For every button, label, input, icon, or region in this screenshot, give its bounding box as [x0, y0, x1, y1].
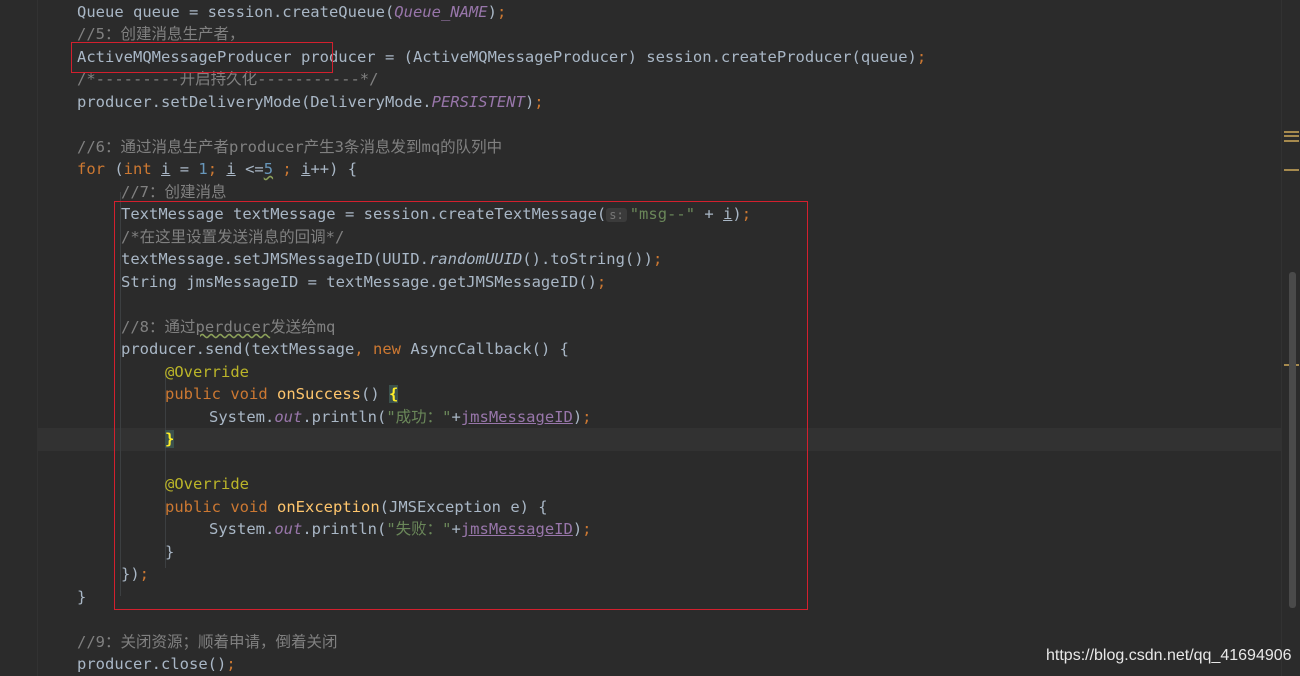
number-literal: 5 — [263, 160, 274, 178]
highlight-box-callback-block — [114, 201, 808, 610]
semicolon: ; — [916, 48, 927, 66]
code-text: ( — [105, 160, 124, 178]
scrollbar-thumb[interactable] — [1289, 272, 1296, 608]
keyword-int: int — [123, 160, 152, 178]
variable-i: i — [226, 160, 236, 178]
code-line[interactable]: for (int i = 1; i <=5 ; i++) { — [77, 158, 357, 181]
variable-i: i — [161, 160, 171, 178]
code-text: ++) { — [310, 160, 358, 178]
code-text: producer = (ActiveMQMessageProducer) ses… — [291, 48, 917, 66]
highlight-box-producer-type — [71, 42, 333, 73]
code-text: producer.close() — [77, 655, 227, 673]
code-text: Queue queue = session.createQueue( — [77, 3, 395, 21]
semicolon: ; — [207, 160, 218, 178]
semicolon: ; — [226, 655, 236, 673]
keyword-for: for — [77, 160, 105, 178]
code-line[interactable]: producer.close(); — [77, 653, 236, 676]
code-text: producer.setDeliveryMode(DeliveryMode. — [77, 93, 432, 111]
code-line[interactable]: producer.setDeliveryMode(DeliveryMode.PE… — [77, 91, 544, 114]
code-text: ) — [524, 93, 535, 111]
code-text: ) — [487, 3, 497, 21]
code-comment: //6：通过消息生产者producer产生3条消息发到mq的队列中 — [77, 138, 503, 156]
vertical-scrollbar[interactable] — [1281, 0, 1300, 676]
semicolon: ; — [282, 160, 292, 178]
error-stripe-mark[interactable] — [1284, 131, 1299, 133]
error-stripe-mark[interactable] — [1284, 135, 1299, 137]
error-stripe-mark[interactable] — [1284, 140, 1299, 142]
constant-name: PERSISTENT — [431, 93, 525, 111]
error-stripe-mark[interactable] — [1284, 169, 1299, 171]
constant-name: Queue_NAME — [394, 3, 488, 21]
code-comment: //9：关闭资源；顺着申请，倒着关闭 — [77, 633, 338, 651]
semicolon: ; — [534, 93, 544, 111]
closing-brace: } — [77, 588, 87, 606]
watermark: https://blog.csdn.net/qq_41694906 — [1046, 647, 1292, 664]
number-literal: 1 — [198, 160, 208, 178]
code-text: <= — [235, 160, 264, 178]
code-text: = — [170, 160, 199, 178]
semicolon: ; — [496, 3, 507, 21]
line-number-gutter[interactable] — [0, 0, 38, 676]
code-line[interactable]: Queue queue = session.createQueue(Queue_… — [77, 1, 506, 24]
